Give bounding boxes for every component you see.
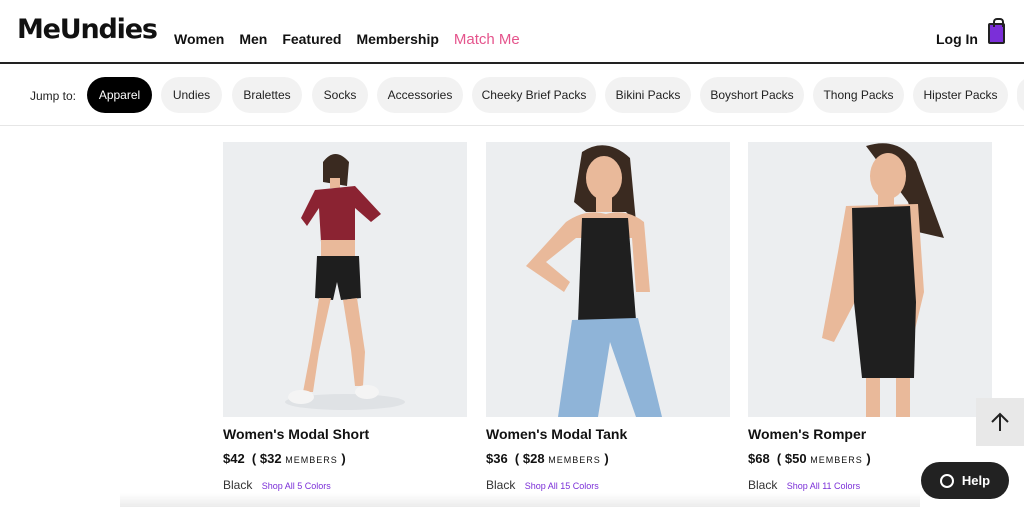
regular-price: $68 — [748, 451, 770, 466]
nav-men[interactable]: Men — [239, 31, 267, 48]
pill-thong-packs[interactable]: Thong Packs — [813, 77, 904, 113]
shop-all-colors-link[interactable]: Shop All 15 Colors — [525, 481, 599, 491]
product-title[interactable]: Women's Modal Tank — [486, 426, 730, 442]
regular-price: $36 — [486, 451, 508, 466]
main-nav: Women Men Featured Membership Match Me — [174, 31, 535, 48]
pill-cheeky-brief-packs[interactable]: Cheeky Brief Packs — [472, 77, 596, 113]
product-title[interactable]: Women's Modal Short — [223, 426, 467, 442]
member-price: $50 — [784, 451, 807, 466]
help-label: Help — [961, 473, 991, 488]
product-image[interactable] — [223, 142, 467, 417]
shop-all-colors-link[interactable]: Shop All 5 Colors — [262, 481, 331, 491]
color-info: Black Shop All 15 Colors — [486, 478, 730, 492]
pill-socks[interactable]: Socks — [312, 77, 368, 113]
members-label: MEMBERS — [810, 455, 863, 465]
pill-more[interactable] — [1017, 77, 1024, 113]
jump-to-bar: Jump to: Apparel Undies Bralettes Socks … — [0, 66, 1024, 126]
product-price: $42 ( $32 MEMBERS ) — [223, 451, 346, 466]
color-info: Black Shop All 5 Colors — [223, 478, 467, 492]
pill-hipster-packs[interactable]: Hipster Packs — [913, 77, 1008, 113]
selected-color: Black — [223, 478, 253, 492]
pill-apparel[interactable]: Apparel — [87, 77, 152, 113]
member-price: $32 — [259, 451, 282, 466]
pill-bralettes[interactable]: Bralettes — [232, 77, 302, 113]
nav-membership[interactable]: Membership — [356, 31, 438, 48]
product-image[interactable] — [486, 142, 730, 417]
pill-undies[interactable]: Undies — [161, 77, 222, 113]
product-card[interactable]: Women's Modal Tank $36 ( $28 MEMBERS ) B… — [486, 142, 730, 492]
model-photo — [285, 154, 405, 410]
nav-match-me[interactable]: Match Me — [454, 31, 520, 48]
model-photo — [822, 143, 944, 417]
selected-color: Black — [748, 478, 778, 492]
product-image[interactable] — [748, 142, 992, 417]
pill-bikini-packs[interactable]: Bikini Packs — [605, 77, 691, 113]
members-label: MEMBERS — [285, 455, 338, 465]
regular-price: $42 — [223, 451, 245, 466]
product-card[interactable]: Women's Modal Short $42 ( $32 MEMBERS ) … — [223, 142, 467, 492]
shop-all-colors-link[interactable]: Shop All 11 Colors — [787, 481, 860, 491]
model-photo — [526, 145, 662, 417]
members-label: MEMBERS — [548, 455, 601, 465]
selected-color: Black — [486, 478, 516, 492]
nav-women[interactable]: Women — [174, 31, 224, 48]
nav-featured[interactable]: Featured — [282, 31, 341, 48]
shopping-bag-icon[interactable] — [988, 18, 1005, 44]
chat-bubble-icon — [939, 473, 954, 488]
pill-accessories[interactable]: Accessories — [377, 77, 463, 113]
member-price: $28 — [522, 451, 545, 466]
login-link[interactable]: Log In — [936, 31, 978, 47]
top-navigation: MeUndies Women Men Featured Membership M… — [0, 0, 1024, 64]
product-price: $36 ( $28 MEMBERS ) — [486, 451, 609, 466]
product-title[interactable]: Women's Romper — [748, 426, 992, 442]
meundies-logo[interactable]: MeUndies — [17, 14, 158, 45]
product-card[interactable]: Women's Romper $68 ( $50 MEMBERS ) Black… — [748, 142, 992, 492]
back-to-top-button[interactable] — [976, 398, 1024, 446]
bottom-fade — [120, 493, 920, 507]
arrow-up-icon — [991, 412, 1009, 431]
pill-boyshort-packs[interactable]: Boyshort Packs — [700, 77, 804, 113]
jump-label: Jump to: — [30, 89, 77, 103]
help-button[interactable]: Help — [921, 462, 1009, 499]
